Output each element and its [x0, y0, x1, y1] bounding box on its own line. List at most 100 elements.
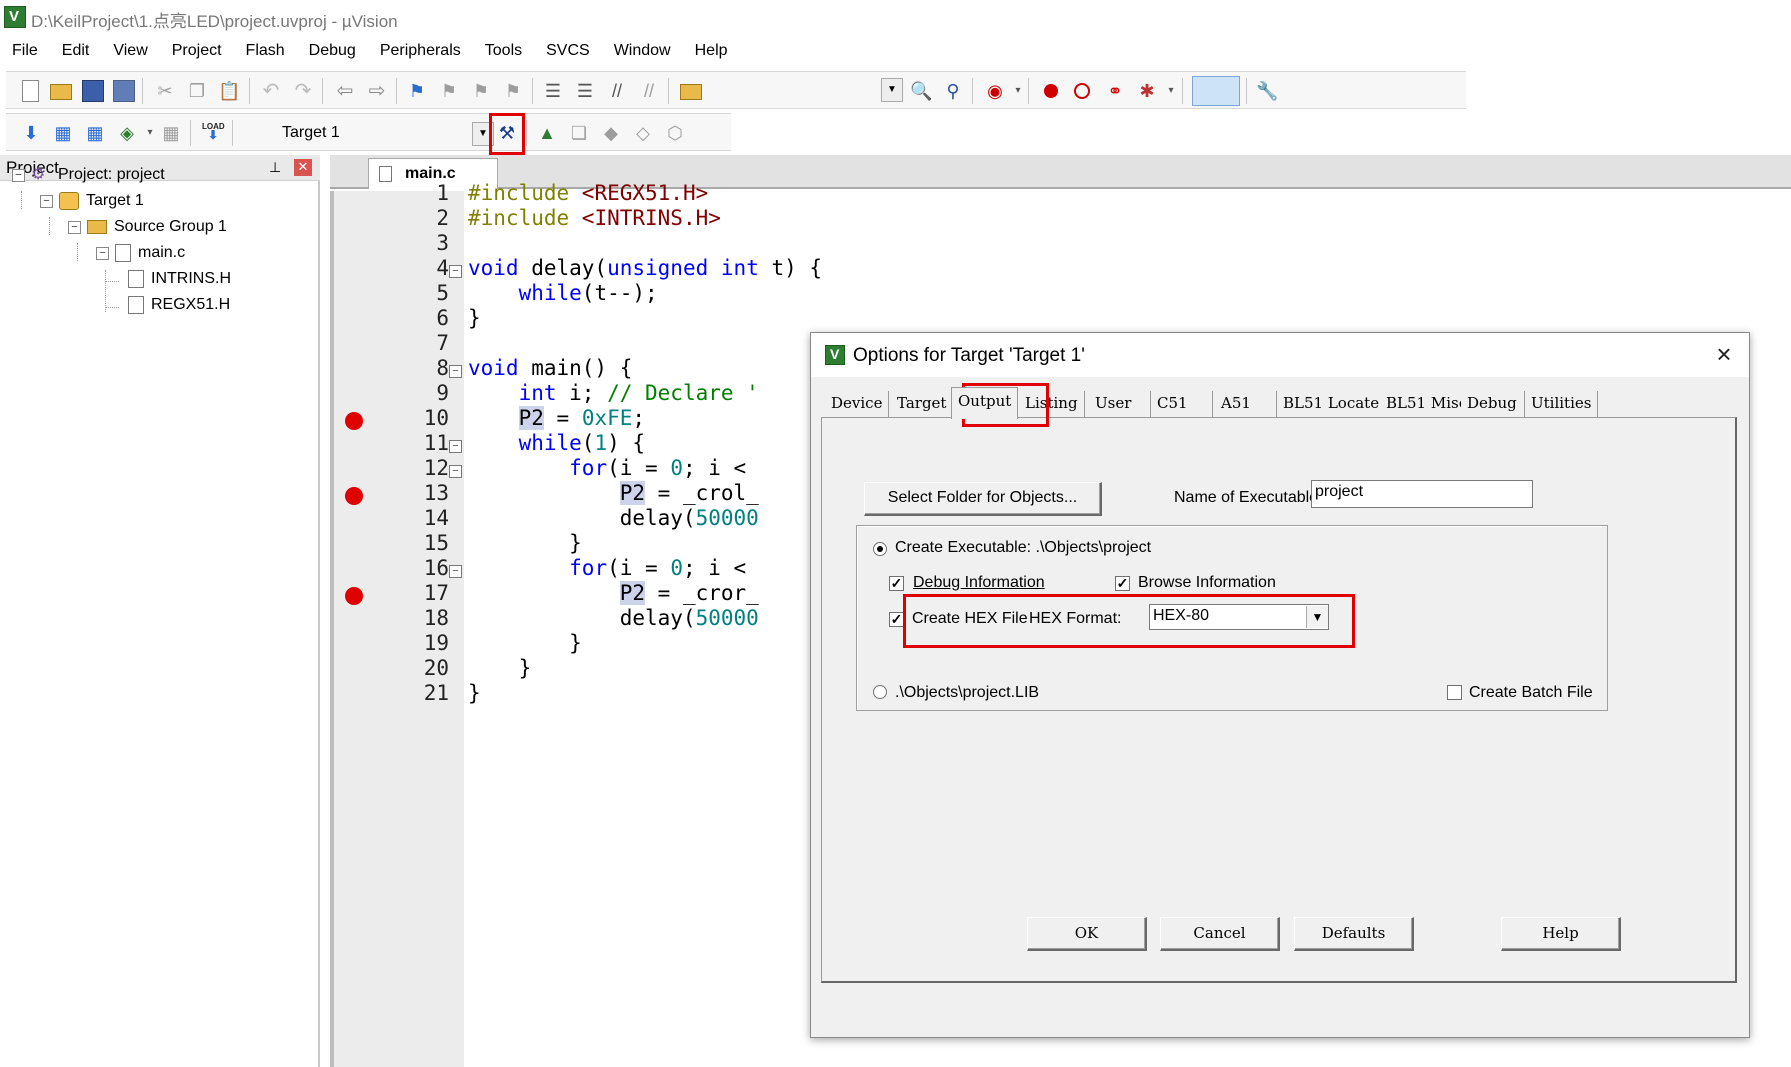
next-bookmark-icon[interactable]: ⚑	[470, 80, 492, 102]
collapse-icon[interactable]: −	[68, 220, 81, 234]
navigate-back-icon[interactable]: ⇦	[334, 80, 356, 102]
tab-bl51-locate[interactable]: BL51 Locate	[1277, 391, 1387, 417]
create-executable-radio[interactable]	[873, 542, 887, 556]
collapse-icon[interactable]: −	[96, 246, 109, 260]
menu-debug[interactable]: Debug	[297, 38, 368, 66]
tree-item-regx51-h[interactable]: REGX51.H	[128, 296, 230, 314]
code-line[interactable]: #include <INTRINS.H>	[468, 206, 721, 230]
menu-window[interactable]: Window	[602, 38, 683, 66]
find-icon[interactable]: 🔍	[910, 80, 932, 102]
close-icon[interactable]: ✕	[294, 159, 312, 176]
fold-toggle-icon[interactable]: −	[449, 440, 462, 453]
breakpoint-icon[interactable]	[345, 412, 363, 430]
tab-debug[interactable]: Debug	[1461, 391, 1525, 417]
redo-icon[interactable]: ↷	[292, 80, 314, 102]
pack-installer-icon[interactable]: ⬡	[664, 122, 686, 144]
debug-information-checkbox[interactable]: ✓	[889, 576, 904, 591]
kill-all-breakpoints-icon[interactable]: ✱	[1136, 80, 1158, 102]
fold-toggle-icon[interactable]: −	[449, 465, 462, 478]
download-icon[interactable]: LOAD ⬇	[202, 122, 225, 144]
manage-project-items-icon[interactable]: ▲	[536, 122, 558, 144]
breakpoint-icon[interactable]	[345, 487, 363, 505]
find-combo-dropdown-icon[interactable]: ▼	[881, 78, 903, 102]
fold-toggle-icon[interactable]: −	[449, 565, 462, 578]
code-line[interactable]: while(1) {	[468, 431, 645, 455]
menu-view[interactable]: View	[101, 38, 159, 66]
code-line[interactable]: P2 = _cror_	[468, 581, 759, 605]
tab-c51[interactable]: C51	[1151, 391, 1213, 417]
target-selector-value[interactable]: Target 1	[282, 124, 340, 142]
tree-item-target[interactable]: − Target 1	[40, 192, 144, 210]
code-line[interactable]: }	[468, 631, 582, 655]
code-line[interactable]: P2 = 0xFE;	[468, 406, 645, 430]
menu-peripherals[interactable]: Peripherals	[368, 38, 473, 66]
menu-edit[interactable]: Edit	[50, 38, 102, 66]
find-in-files-icon[interactable]	[680, 84, 702, 100]
code-line[interactable]: delay(50000	[468, 506, 759, 530]
code-line[interactable]: #include <REGX51.H>	[468, 181, 708, 205]
create-library-radio[interactable]	[873, 685, 887, 699]
clear-bookmarks-icon[interactable]: ⚑	[502, 80, 524, 102]
breakpoint-icon[interactable]	[345, 587, 363, 605]
tab-utilities[interactable]: Utilities	[1525, 391, 1599, 417]
code-line[interactable]: }	[468, 306, 481, 330]
tab-a51[interactable]: A51	[1215, 391, 1277, 417]
select-packs-icon[interactable]: ❏	[568, 122, 590, 144]
menu-flash[interactable]: Flash	[234, 38, 297, 66]
cancel-button[interactable]: Cancel	[1160, 917, 1280, 951]
code-line[interactable]: }	[468, 531, 582, 555]
chevron-down-icon[interactable]: ▾	[139, 122, 161, 144]
collapse-icon[interactable]: −	[40, 194, 53, 208]
create-batch-checkbox[interactable]	[1447, 685, 1462, 700]
previous-bookmark-icon[interactable]: ⚑	[438, 80, 460, 102]
debug-session-icon[interactable]: ◉	[984, 80, 1006, 102]
pin-icon[interactable]: ⊥	[269, 159, 283, 175]
incremental-find-icon[interactable]: ⚲	[942, 80, 964, 102]
configure-tools-icon[interactable]: 🔧	[1256, 80, 1278, 102]
manage-rte-icon[interactable]: ◆	[600, 122, 622, 144]
window-layout-icon[interactable]	[1192, 76, 1240, 106]
code-line[interactable]: while(t--);	[468, 281, 658, 305]
tab-bl51-misc[interactable]: BL51 Misc	[1380, 391, 1475, 417]
chevron-down-icon[interactable]: ▾	[1160, 80, 1182, 102]
close-icon[interactable]: ×	[1711, 341, 1737, 367]
defaults-button[interactable]: Defaults	[1294, 917, 1414, 951]
create-hex-checkbox[interactable]: ✓	[889, 612, 904, 627]
insert-breakpoint-icon[interactable]	[1044, 84, 1058, 98]
code-line[interactable]: int i; // Declare '	[468, 381, 759, 405]
help-button[interactable]: Help	[1501, 917, 1621, 951]
name-of-executable-input[interactable]: project	[1311, 480, 1533, 508]
tab-device[interactable]: Device	[825, 391, 890, 417]
navigate-forward-icon[interactable]: ⇨	[366, 80, 388, 102]
menu-svcs[interactable]: SVCS	[534, 38, 602, 66]
menu-project[interactable]: Project	[160, 38, 234, 66]
ok-button[interactable]: OK	[1027, 917, 1147, 951]
rebuild-icon[interactable]: ▦	[84, 122, 106, 144]
undo-icon[interactable]: ↶	[260, 80, 282, 102]
paste-icon[interactable]: 📋	[218, 80, 240, 102]
new-file-icon[interactable]	[22, 80, 39, 102]
select-software-packs-icon[interactable]: ◇	[632, 122, 654, 144]
code-line[interactable]: delay(50000	[468, 606, 759, 630]
fold-toggle-icon[interactable]: −	[449, 365, 462, 378]
open-file-icon[interactable]	[50, 84, 72, 100]
menu-help[interactable]: Help	[683, 38, 740, 66]
code-line[interactable]: void main() {	[468, 356, 632, 380]
disable-breakpoint-icon[interactable]	[1074, 83, 1090, 99]
collapse-icon[interactable]: −	[12, 168, 25, 182]
select-folder-button[interactable]: Select Folder for Objects...	[864, 482, 1102, 516]
indent-icon[interactable]: ☰	[542, 80, 564, 102]
cut-icon[interactable]: ✂	[154, 80, 176, 102]
tab-output[interactable]: Output	[951, 387, 1019, 419]
tree-item-intrins-h[interactable]: INTRINS.H	[128, 270, 231, 288]
code-line[interactable]: }	[468, 656, 532, 680]
tab-user[interactable]: User	[1089, 391, 1151, 417]
browse-information-checkbox[interactable]: ✓	[1115, 576, 1130, 591]
uncomment-icon[interactable]: //	[638, 80, 660, 102]
tree-item-main-c[interactable]: − main.c	[96, 244, 185, 262]
code-line[interactable]: for(i = 0; i <	[468, 456, 746, 480]
tab-target[interactable]: Target	[891, 391, 954, 417]
build-icon[interactable]: ▦	[52, 122, 74, 144]
save-icon[interactable]	[82, 80, 104, 102]
batch-build-icon[interactable]: ◈	[116, 122, 138, 144]
